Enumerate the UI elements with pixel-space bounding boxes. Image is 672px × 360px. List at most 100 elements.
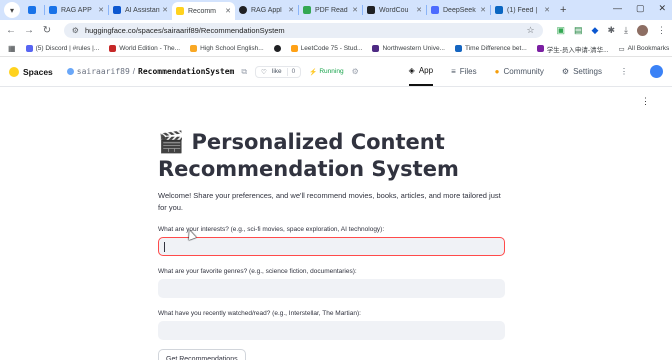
tab-settings[interactable]: ⚙ Settings (562, 57, 602, 86)
status-text: Running (319, 68, 344, 75)
app-menu-icon[interactable]: ⋮ (641, 96, 650, 107)
browser-tab[interactable]: DeepSeek ✕ (427, 2, 490, 18)
page-title-text: Personalized Content Recommendation Syst… (158, 130, 459, 181)
repo-name-link[interactable]: RecommendationSystem (138, 67, 234, 76)
tab-app-label: App (418, 66, 434, 75)
files-icon: ≡ (451, 67, 456, 76)
spaces-link[interactable]: Spaces (9, 66, 53, 77)
tab-app[interactable]: ◈ App (408, 57, 434, 86)
tab-search-icon[interactable]: ▾ (4, 2, 20, 18)
app-icon: ◈ (408, 66, 415, 75)
browser-tab[interactable]: (1) Feed | ✕ (491, 2, 554, 18)
tab-files[interactable]: ≡ Files (451, 57, 477, 86)
tab-favicon-icon (176, 7, 184, 15)
bookmarks-bar: ▦ (5) Discord | #rules |... World Editio… (0, 41, 672, 57)
puzzle-icon[interactable]: ✱ (607, 25, 615, 36)
bookmark-label: High School English... (200, 45, 264, 52)
reload-icon[interactable]: ↻ (42, 25, 52, 36)
status-badge: ⚡ Running (309, 68, 343, 76)
tab-community[interactable]: ● Community (495, 57, 544, 86)
close-tab-icon[interactable]: ✕ (288, 6, 294, 14)
bookmark-label: LeetCode 75 - Stud... (300, 45, 363, 52)
browser-tab[interactable]: PDF Read ✕ (299, 2, 362, 18)
community-icon: ● (494, 67, 500, 76)
browser-tab[interactable]: RAG Appl ✕ (235, 2, 298, 18)
genres-input[interactable] (158, 279, 505, 298)
maximize-icon[interactable]: ▢ (636, 3, 645, 14)
bookmark-label: World Edition - The... (119, 45, 181, 52)
bookmark-item[interactable]: World Edition - The... (109, 45, 180, 52)
interests-input[interactable] (158, 237, 505, 256)
extension-icon[interactable]: ▤ (574, 25, 583, 36)
browser-tab[interactable] (24, 2, 44, 18)
bookmark-label: 学生-员入申请-清华... (546, 46, 609, 54)
tab-settings-label: Settings (573, 67, 602, 76)
text-caret (164, 242, 165, 252)
browser-tab[interactable]: WordCou ✕ (363, 2, 426, 18)
hf-header: Spaces sairaarif89 / RecommendationSyste… (0, 57, 672, 87)
bookmark-item[interactable] (273, 45, 281, 52)
apps-grid-icon[interactable]: ▦ (8, 44, 16, 53)
space-nav: ◈ App ≡ Files ● Community ⚙ Settings ⋮ (408, 57, 663, 86)
copy-icon[interactable]: ⧉ (241, 67, 247, 77)
close-tab-icon[interactable]: ✕ (225, 7, 231, 15)
bookmark-item[interactable]: Time Difference bet... (454, 45, 527, 52)
back-icon[interactable]: ← (6, 25, 16, 36)
profile-avatar[interactable] (637, 25, 648, 36)
close-tab-icon[interactable]: ✕ (416, 6, 422, 14)
bookmark-item[interactable]: Northwestern Unive... (372, 45, 445, 52)
download-icon[interactable]: ⤓ (624, 25, 628, 36)
close-tab-icon[interactable]: ✕ (162, 6, 168, 14)
tab-favicon-icon (49, 6, 57, 14)
extension-icon[interactable]: ◆ (592, 25, 599, 36)
bookmark-item[interactable]: (5) Discord | #rules |... (25, 45, 99, 52)
close-tab-icon[interactable]: ✕ (98, 6, 104, 14)
tab-label: PDF Read (315, 6, 348, 14)
space-settings-icon[interactable]: ⚙ (352, 67, 359, 76)
minimize-icon[interactable]: — (613, 3, 622, 14)
bookmark-favicon-icon (454, 45, 462, 52)
close-tab-icon[interactable]: ✕ (544, 6, 550, 14)
bookmark-favicon-icon (372, 45, 380, 52)
owner-link[interactable]: sairaarif89 (77, 67, 130, 76)
browser-tab-active[interactable]: Recomm ✕ (172, 2, 235, 20)
extension-icon[interactable]: ▣ (557, 25, 566, 36)
tab-favicon-icon (431, 6, 439, 14)
browser-toolbar: ← → ↻ ⚙ huggingface.co/spaces/sairaarif8… (0, 20, 672, 41)
like-label: like (271, 67, 282, 75)
tab-favicon-icon (239, 6, 247, 14)
tab-community-label: Community (503, 67, 544, 76)
folder-icon: ▭ (618, 45, 625, 53)
tab-label: Recomm (188, 7, 217, 15)
address-bar[interactable]: ⚙ huggingface.co/spaces/sairaarif89/Reco… (63, 23, 543, 38)
bookmark-star-icon[interactable]: ☆ (526, 25, 534, 36)
browser-tab[interactable]: RAG APP ✕ (45, 2, 108, 18)
browser-tab[interactable]: AI Assistant ✕ (109, 2, 172, 18)
breadcrumb-separator: / (132, 67, 135, 76)
toolbar-icons: ▣ ▤ ◆ ✱ ⤓ ⋮ (557, 25, 666, 36)
bookmark-item[interactable]: LeetCode 75 - Stud... (290, 45, 363, 52)
genres-label: What are your favorite genres? (e.g., sc… (158, 268, 357, 275)
new-tab-icon[interactable]: + (560, 4, 566, 16)
menu-icon[interactable]: ⋮ (657, 25, 666, 36)
tab-favicon-icon (303, 6, 311, 14)
bookmark-item[interactable]: 学生-员入申请-清华... (536, 44, 609, 54)
recent-input[interactable] (158, 321, 505, 340)
close-tab-icon[interactable]: ✕ (480, 6, 486, 14)
all-bookmarks[interactable]: ▭ All Bookmarks (619, 45, 670, 53)
bookmark-favicon-icon (109, 45, 117, 52)
user-avatar[interactable] (650, 65, 663, 78)
forward-icon[interactable]: → (24, 25, 34, 36)
tab-label: RAG Appl (251, 6, 282, 14)
tab-favicon-icon (495, 6, 503, 14)
clapperboard-icon: 🎬 (158, 130, 185, 154)
site-info-icon[interactable]: ⚙ (72, 26, 79, 35)
close-tab-icon[interactable]: ✕ (352, 6, 358, 14)
more-options-icon[interactable]: ⋮ (620, 67, 628, 76)
get-recommendations-button[interactable]: Get Recommendations (158, 349, 246, 360)
like-button[interactable]: ♡ like 0 (255, 65, 302, 78)
spaces-label: Spaces (23, 66, 53, 77)
close-window-icon[interactable]: ✕ (658, 3, 666, 14)
gear-icon: ⚙ (561, 67, 570, 76)
bookmark-item[interactable]: High School English... (190, 45, 264, 52)
